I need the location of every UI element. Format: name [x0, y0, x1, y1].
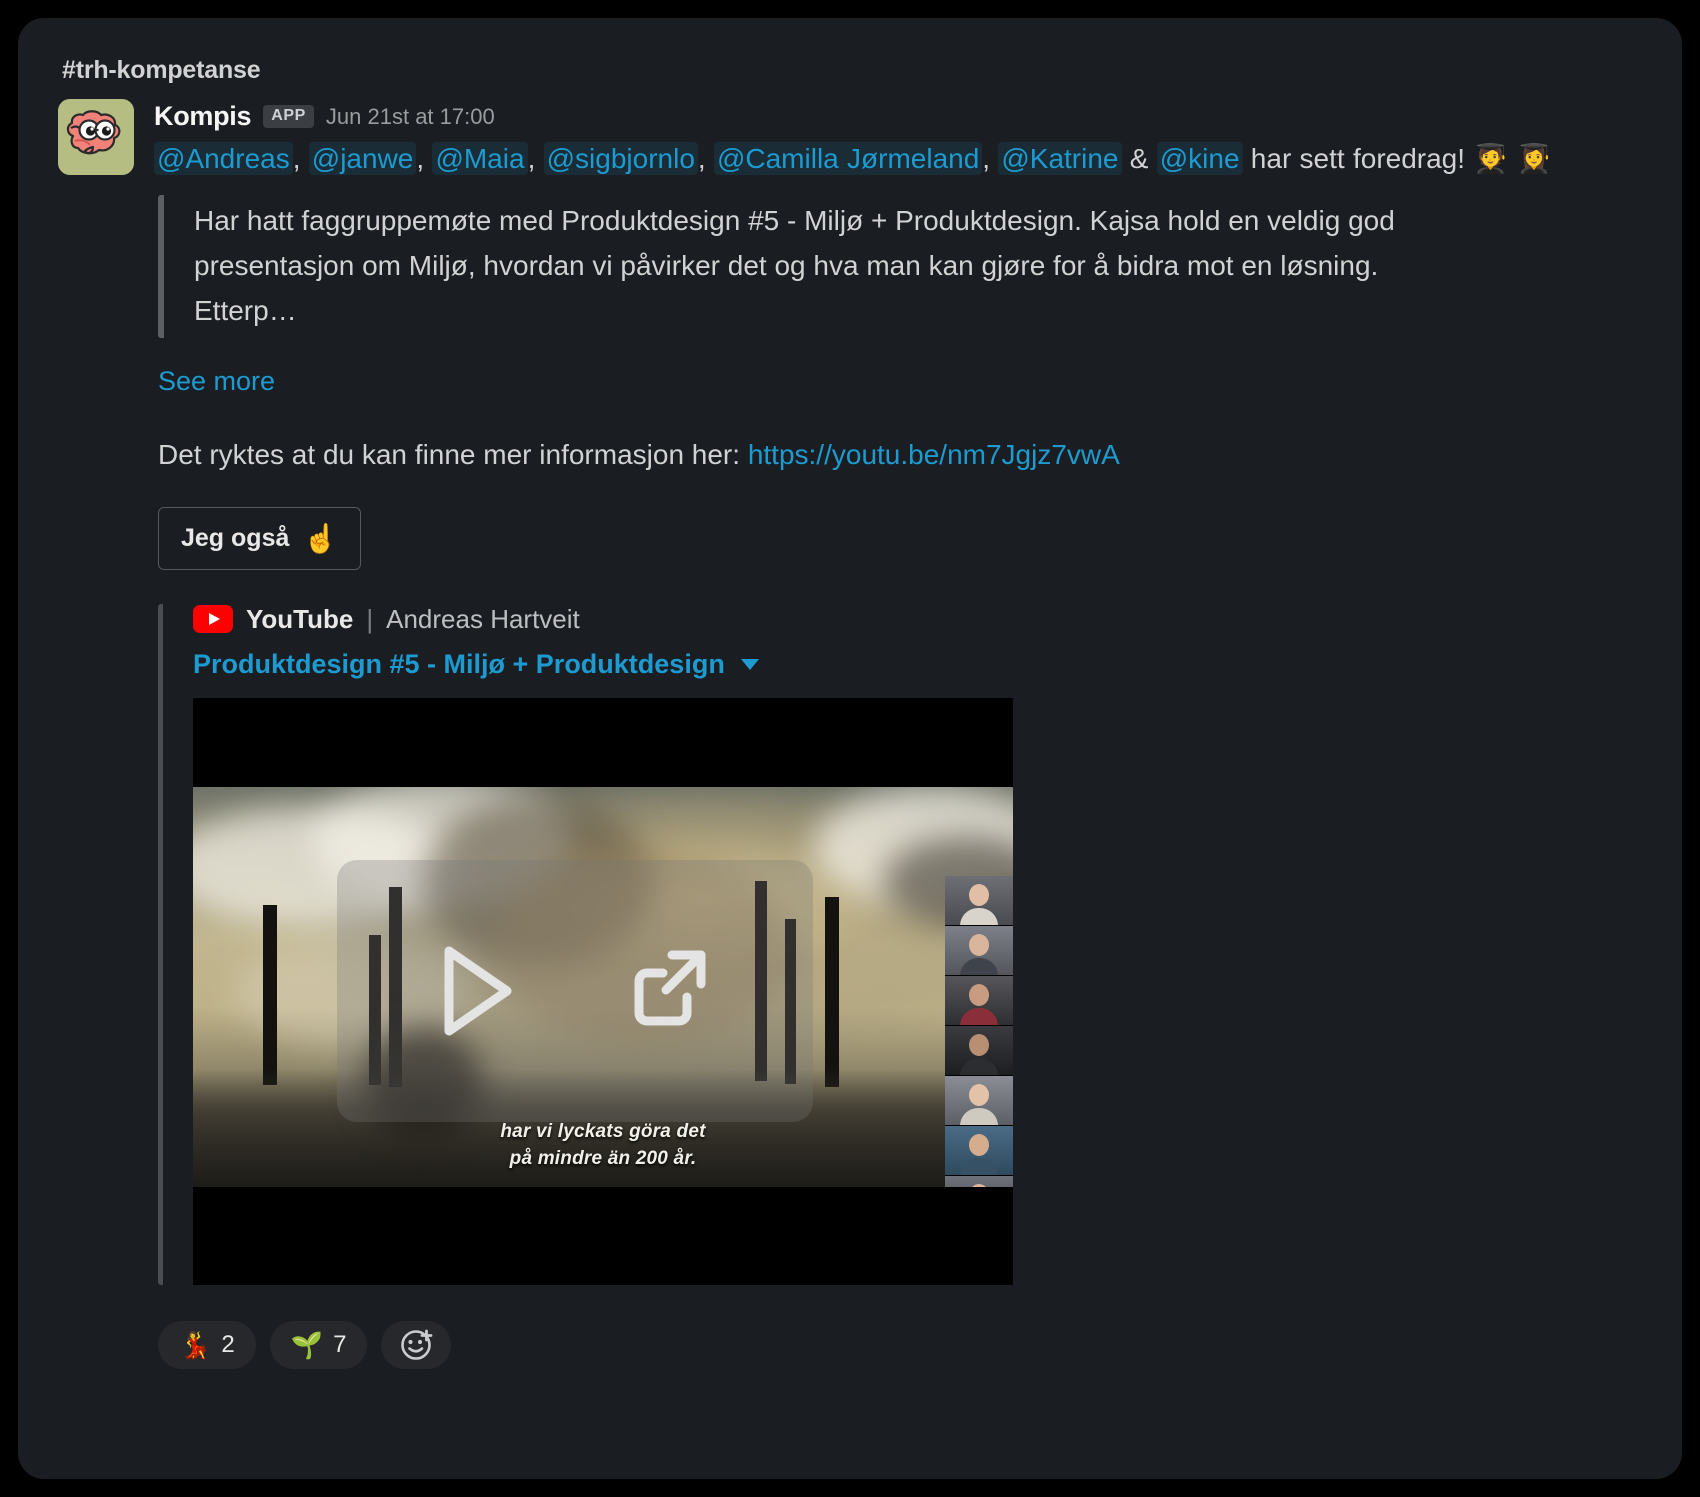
play-icon[interactable]: [439, 943, 517, 1039]
unfurl-author[interactable]: Andreas Hartveit: [386, 604, 580, 635]
chimney: [825, 896, 839, 1087]
participant-tile: [945, 1125, 1013, 1176]
slack-message-card: #trh-kompetanse Kompis APP Jun 21st at 1…: [18, 18, 1682, 1479]
unfurl-service-name[interactable]: YouTube: [246, 604, 353, 635]
message-timestamp[interactable]: Jun 21st at 17:00: [326, 104, 495, 130]
reaction-seedling[interactable]: 🌱 7: [269, 1320, 368, 1369]
dancer-icon: 💃: [179, 1329, 212, 1360]
reaction-count: 2: [221, 1330, 235, 1358]
video-overlay-controls: [337, 859, 813, 1122]
message-header: Kompis APP Jun 21st at 17:00: [154, 101, 1642, 132]
reactions-bar: 💃 2 🌱 7: [158, 1320, 1642, 1369]
avatar[interactable]: [58, 99, 134, 175]
chimney: [263, 904, 277, 1085]
channel-header: #trh-kompetanse: [62, 56, 261, 84]
mention-suffix-text: har sett foredrag!: [1242, 143, 1474, 174]
mention-camilla-jørmeland[interactable]: @Camilla Jørmeland: [713, 142, 983, 175]
mention-kine[interactable]: @kine: [1156, 142, 1243, 175]
seedling-icon: 🌱: [290, 1329, 324, 1360]
mention-maia[interactable]: @Maia: [432, 142, 528, 175]
jeg-ogsa-button[interactable]: Jeg også ☝️: [158, 506, 362, 570]
graduate-emoji-2: 👩‍🎓: [1516, 143, 1552, 174]
video-subtitle: har vi lyckats göra det på mindre än 200…: [193, 1118, 1013, 1173]
youtube-url-link[interactable]: https://youtu.be/nm7Jgjz7vwA: [748, 439, 1120, 470]
open-external-icon-glyph: [634, 950, 706, 1026]
youtube-icon: [193, 605, 233, 634]
participant-filmstrip: [945, 875, 1013, 1187]
brain-avatar-icon: [58, 99, 134, 175]
graduate-emoji-1: 🧑‍🎓: [1473, 143, 1517, 174]
open-external-icon[interactable]: [627, 945, 711, 1036]
mentions-slot: @Andreas, @janwe, @Maia, @sigbjornlo, @C…: [154, 142, 1551, 175]
unfurl-separator: |: [366, 603, 374, 634]
reaction-dancer[interactable]: 💃 2: [158, 1320, 256, 1369]
mention-janwe[interactable]: @janwe: [308, 142, 417, 175]
subtitle-line-2: på mindre än 200 år.: [509, 1148, 697, 1170]
participant-tile: [945, 875, 1013, 926]
message-row: Kompis APP Jun 21st at 17:00 @Andreas, @…: [58, 99, 1642, 1369]
participant-tile: [945, 925, 1013, 976]
play-icon-glyph: [444, 946, 512, 1036]
participant-tile: [945, 1025, 1013, 1076]
link-unfurl: YouTube | Andreas Hartveit Produktdesign…: [158, 603, 1642, 1285]
chevron-down-icon[interactable]: [740, 658, 759, 670]
mention-andreas[interactable]: @Andreas: [154, 142, 293, 175]
message-body: Kompis APP Jun 21st at 17:00 @Andreas, @…: [154, 99, 1642, 1369]
quoted-block: Har hatt faggruppemøte med Produktdesign…: [158, 195, 1642, 338]
participant-tile: [945, 1075, 1013, 1126]
mention-sigbjornlo[interactable]: @sigbjornlo: [543, 142, 698, 175]
add-reaction-icon: [401, 1329, 433, 1360]
subtitle-line-1: har vi lyckats göra det: [500, 1120, 706, 1142]
participant-tile: [945, 1175, 1013, 1187]
app-badge: APP: [263, 105, 314, 128]
info-prefix-text: Det ryktes at du kan finne mer informasj…: [158, 438, 748, 470]
add-reaction-button[interactable]: [381, 1320, 452, 1369]
quote-text: Har hatt faggruppemøte med Produktdesign…: [194, 205, 1395, 327]
sender-name[interactable]: Kompis: [154, 101, 252, 132]
screenshot-root: #trh-kompetanse Kompis APP Jun 21st at 1…: [0, 0, 1700, 1497]
jeg-ogsa-label: Jeg også: [181, 523, 290, 552]
unfurl-title-row[interactable]: Produktdesign #5 - Miljø + Produktdesign: [193, 649, 1642, 680]
see-more-link[interactable]: See more: [158, 366, 275, 397]
unfurl-title-text[interactable]: Produktdesign #5 - Miljø + Produktdesign: [193, 649, 725, 680]
pointing-up-icon: ☝️: [303, 522, 339, 554]
video-thumbnail[interactable]: har vi lyckats göra det på mindre än 200…: [193, 697, 1013, 1285]
info-line: Det ryktes at du kan finne mer informasj…: [158, 439, 1642, 471]
mention-katrine[interactable]: @Katrine: [998, 142, 1122, 175]
participant-tile: [945, 975, 1013, 1026]
reaction-count: 7: [333, 1330, 347, 1358]
mentions-line: @Andreas, @janwe, @Maia, @sigbjornlo, @C…: [154, 138, 1642, 179]
unfurl-service-row: YouTube | Andreas Hartveit: [193, 604, 1642, 635]
